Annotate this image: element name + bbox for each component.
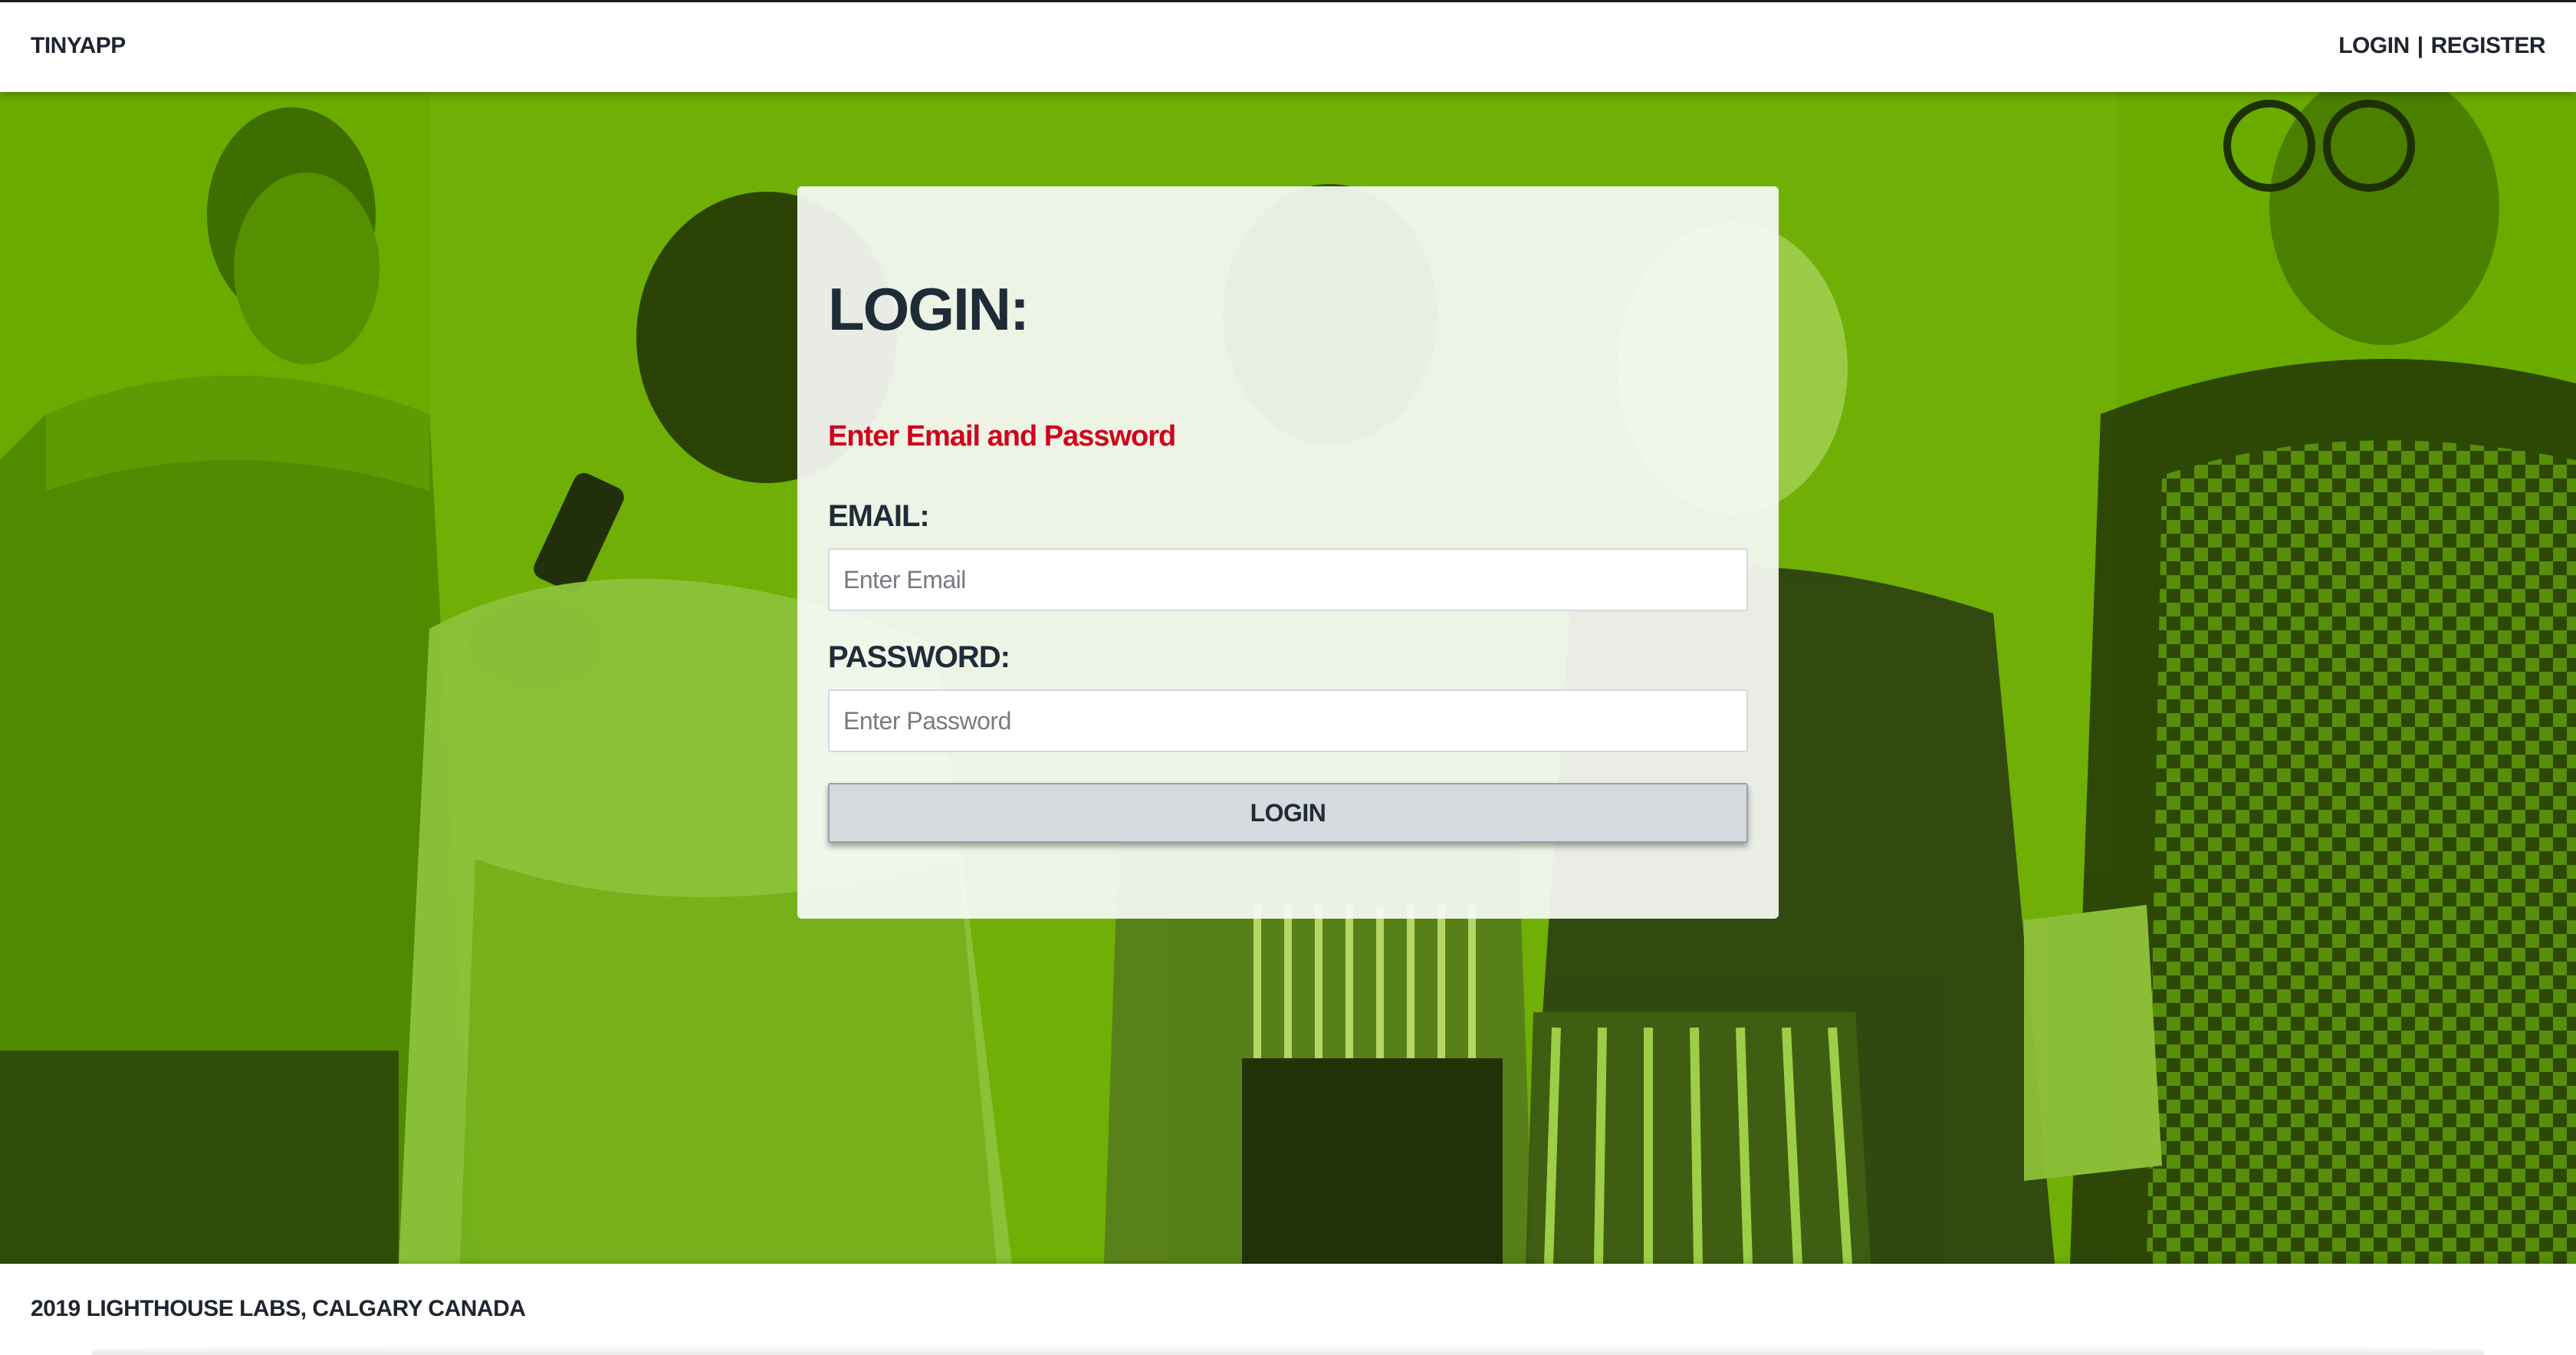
- register-link[interactable]: REGISTER: [2431, 33, 2546, 59]
- login-card: LOGIN: Enter Email and Password EMAIL: P…: [797, 186, 1779, 919]
- password-label: PASSWORD:: [828, 640, 1010, 674]
- nav-separator: |: [2417, 33, 2423, 58]
- login-title: LOGIN:: [828, 275, 1030, 343]
- password-input[interactable]: [828, 689, 1748, 752]
- auth-nav: LOGIN | REGISTER: [2338, 33, 2545, 59]
- login-submit-button[interactable]: LOGIN: [828, 783, 1748, 843]
- footer: 2019 LIGHTHOUSE LABS, CALGARY CANADA: [0, 1264, 2576, 1355]
- page: TINYAPP LOGIN | REGISTER LOGIN: Enter Em…: [0, 0, 2576, 1355]
- email-input[interactable]: [828, 548, 1748, 611]
- error-message: Enter Email and Password: [828, 420, 1176, 452]
- login-link[interactable]: LOGIN: [2338, 33, 2410, 59]
- email-label: EMAIL:: [828, 499, 930, 533]
- brand-link[interactable]: TINYAPP: [31, 33, 126, 59]
- footer-copyright: 2019 LIGHTHOUSE LABS, CALGARY CANADA: [31, 1296, 526, 1321]
- top-navbar: TINYAPP LOGIN | REGISTER: [0, 0, 2576, 92]
- footer-shadow: [92, 1344, 2484, 1355]
